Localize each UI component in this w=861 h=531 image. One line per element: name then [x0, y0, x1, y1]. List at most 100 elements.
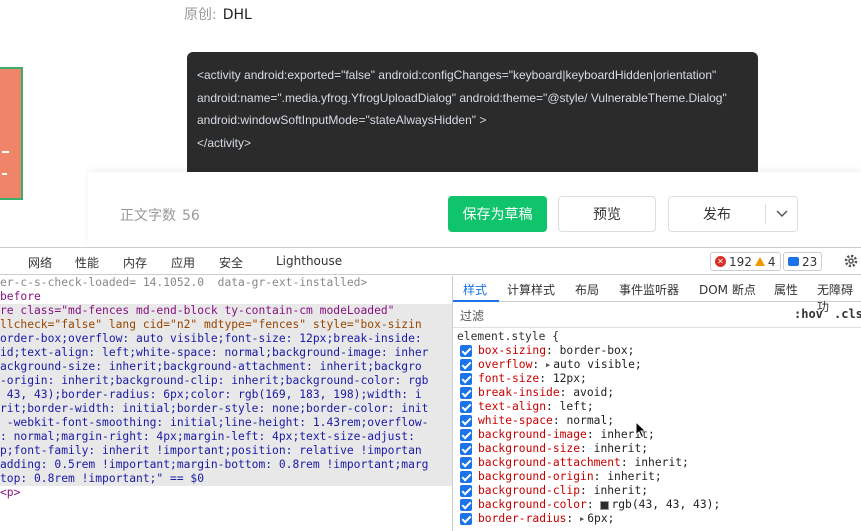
- property-checkbox[interactable]: [460, 429, 472, 441]
- tab-memory[interactable]: 内存: [123, 254, 147, 271]
- property-value[interactable]: 6px;: [587, 512, 614, 526]
- property-value[interactable]: border-box;: [560, 344, 635, 358]
- preview-button[interactable]: 预览: [558, 196, 656, 232]
- dom-line-selected[interactable]: top: 0.8rem !important;" == $0: [0, 472, 452, 486]
- issues-badge[interactable]: ✕ 192 4: [710, 252, 781, 271]
- property-checkbox[interactable]: [460, 513, 472, 525]
- property-name[interactable]: break-inside: [478, 386, 560, 400]
- tab-application[interactable]: 应用: [171, 254, 195, 271]
- dom-line[interactable]: <p>: [0, 486, 452, 500]
- dom-line[interactable]: er-c-s-check-loaded= 14.1052.0 data-gr-e…: [0, 276, 452, 290]
- property-checkbox[interactable]: [460, 359, 472, 371]
- style-property-row[interactable]: background-color: rgb(43, 43, 43);: [457, 498, 861, 512]
- dom-line-selected[interactable]: id;text-align: left;white-space: normal;…: [0, 346, 452, 360]
- property-checkbox[interactable]: [460, 485, 472, 497]
- property-value[interactable]: left;: [560, 400, 594, 414]
- property-name[interactable]: background-origin: [478, 470, 594, 484]
- property-name[interactable]: text-align: [478, 400, 546, 414]
- devtools-tab-bar: ▏ 网络 性能 内存 应用 安全 Lighthouse ✕ 192 4 23: [0, 248, 861, 275]
- dom-line-selected[interactable]: 43, 43);border-radius: 6px;color: rgb(16…: [0, 388, 452, 402]
- property-checkbox[interactable]: [460, 471, 472, 483]
- expand-triangle-icon[interactable]: ▶: [546, 358, 550, 372]
- style-property-row[interactable]: border-radius: ▶ 6px;: [457, 512, 861, 526]
- style-property-row[interactable]: font-size: 12px;: [457, 372, 861, 386]
- property-checkbox[interactable]: [460, 415, 472, 427]
- dom-line-selected[interactable]: re class="md-fences md-end-block ty-cont…: [0, 304, 452, 318]
- hov-toggle[interactable]: :hov: [794, 307, 823, 321]
- code-line: </activity>: [197, 135, 252, 150]
- property-value[interactable]: inherit;: [607, 470, 661, 484]
- dom-line-selected[interactable]: rit;border-width: initial;border-style: …: [0, 402, 452, 416]
- filter-input[interactable]: 过滤: [460, 307, 484, 324]
- style-property-row[interactable]: background-origin: inherit;: [457, 470, 861, 484]
- tab-prev-fragment[interactable]: ▏: [0, 254, 5, 268]
- style-property-row[interactable]: overflow: ▶ auto visible;: [457, 358, 861, 372]
- dom-line-selected[interactable]: -webkit-font-smoothing: initial;line-hei…: [0, 416, 452, 430]
- dom-line-selected[interactable]: ackground-size: inherit;background-attac…: [0, 360, 452, 374]
- tab-network[interactable]: 网络: [28, 254, 52, 271]
- dom-line-selected[interactable]: llcheck="false" lang cid="n2" mdtype="fe…: [0, 318, 452, 332]
- property-name[interactable]: font-size: [478, 372, 539, 386]
- property-colon: :: [566, 512, 581, 525]
- gear-icon[interactable]: [843, 253, 859, 269]
- property-name[interactable]: white-space: [478, 414, 553, 428]
- property-name[interactable]: background-image: [478, 428, 587, 442]
- tab-dom-breakpoints[interactable]: DOM 断点: [699, 281, 756, 298]
- style-property-row[interactable]: text-align: left;: [457, 400, 861, 414]
- property-value[interactable]: inherit;: [594, 442, 648, 456]
- property-checkbox[interactable]: [460, 387, 472, 399]
- tab-styles[interactable]: 样式: [463, 281, 487, 298]
- property-value[interactable]: normal;: [566, 414, 614, 428]
- style-property-row[interactable]: break-inside: avoid;: [457, 386, 861, 400]
- property-checkbox[interactable]: [460, 457, 472, 469]
- dom-line-selected[interactable]: -origin: inherit;background-clip: inheri…: [0, 374, 452, 388]
- style-property-row[interactable]: background-size: inherit;: [457, 442, 861, 456]
- tab-performance[interactable]: 性能: [75, 254, 99, 271]
- property-value[interactable]: 12px;: [553, 372, 587, 386]
- property-checkbox[interactable]: [460, 345, 472, 357]
- chevron-down-icon[interactable]: [766, 210, 797, 218]
- property-value[interactable]: inherit;: [594, 484, 648, 498]
- style-property-row[interactable]: background-clip: inherit;: [457, 484, 861, 498]
- property-value[interactable]: auto visible;: [553, 358, 641, 372]
- tab-lighthouse[interactable]: Lighthouse: [276, 254, 342, 268]
- color-swatch-icon[interactable]: [600, 500, 610, 510]
- publish-button[interactable]: 发布: [668, 196, 798, 232]
- side-thumbnail[interactable]: [0, 67, 23, 200]
- property-value[interactable]: avoid;: [573, 386, 614, 400]
- save-draft-button[interactable]: 保存为草稿: [448, 196, 547, 232]
- tab-event-listeners[interactable]: 事件监听器: [619, 281, 679, 298]
- style-property-row[interactable]: white-space: normal;: [457, 414, 861, 428]
- property-value[interactable]: rgb(43, 43, 43);: [611, 498, 720, 512]
- cls-toggle[interactable]: .cls: [834, 307, 861, 321]
- property-name[interactable]: overflow: [478, 358, 532, 372]
- property-value[interactable]: inherit;: [634, 456, 688, 470]
- style-property-row[interactable]: box-sizing: border-box;: [457, 344, 861, 358]
- style-property-row[interactable]: background-image: inherit;: [457, 428, 861, 442]
- dom-line[interactable]: before: [0, 290, 452, 304]
- property-checkbox[interactable]: [460, 373, 472, 385]
- property-checkbox[interactable]: [460, 499, 472, 511]
- tab-computed[interactable]: 计算样式: [507, 281, 555, 298]
- property-checkbox[interactable]: [460, 401, 472, 413]
- style-property-row[interactable]: background-attachment: inherit;: [457, 456, 861, 470]
- property-name[interactable]: border-radius: [478, 512, 566, 526]
- expand-triangle-icon[interactable]: ▶: [580, 512, 584, 526]
- message-count: 23: [802, 254, 818, 269]
- tab-properties[interactable]: 属性: [774, 281, 798, 298]
- dom-line-selected[interactable]: order-box;overflow: auto visible;font-si…: [0, 332, 452, 346]
- elements-tree[interactable]: er-c-s-check-loaded= 14.1052.0 data-gr-e…: [0, 276, 452, 531]
- property-name[interactable]: box-sizing: [478, 344, 546, 358]
- property-name[interactable]: background-attachment: [478, 456, 621, 470]
- property-name[interactable]: background-color: [478, 498, 587, 512]
- dom-line-selected[interactable]: adding: 0.5rem !important;margin-bottom:…: [0, 458, 452, 472]
- tab-layout[interactable]: 布局: [575, 281, 599, 298]
- dom-line-selected[interactable]: : normal;margin-right: 4px;margin-left: …: [0, 430, 452, 444]
- property-name[interactable]: background-size: [478, 442, 580, 456]
- tab-security[interactable]: 安全: [219, 254, 243, 271]
- dom-line-selected[interactable]: p;font-family: inherit !important;positi…: [0, 444, 452, 458]
- property-checkbox[interactable]: [460, 443, 472, 455]
- messages-badge[interactable]: 23: [783, 252, 823, 271]
- code-block[interactable]: <activity android:exported="false" andro…: [187, 52, 758, 180]
- property-name[interactable]: background-clip: [478, 484, 580, 498]
